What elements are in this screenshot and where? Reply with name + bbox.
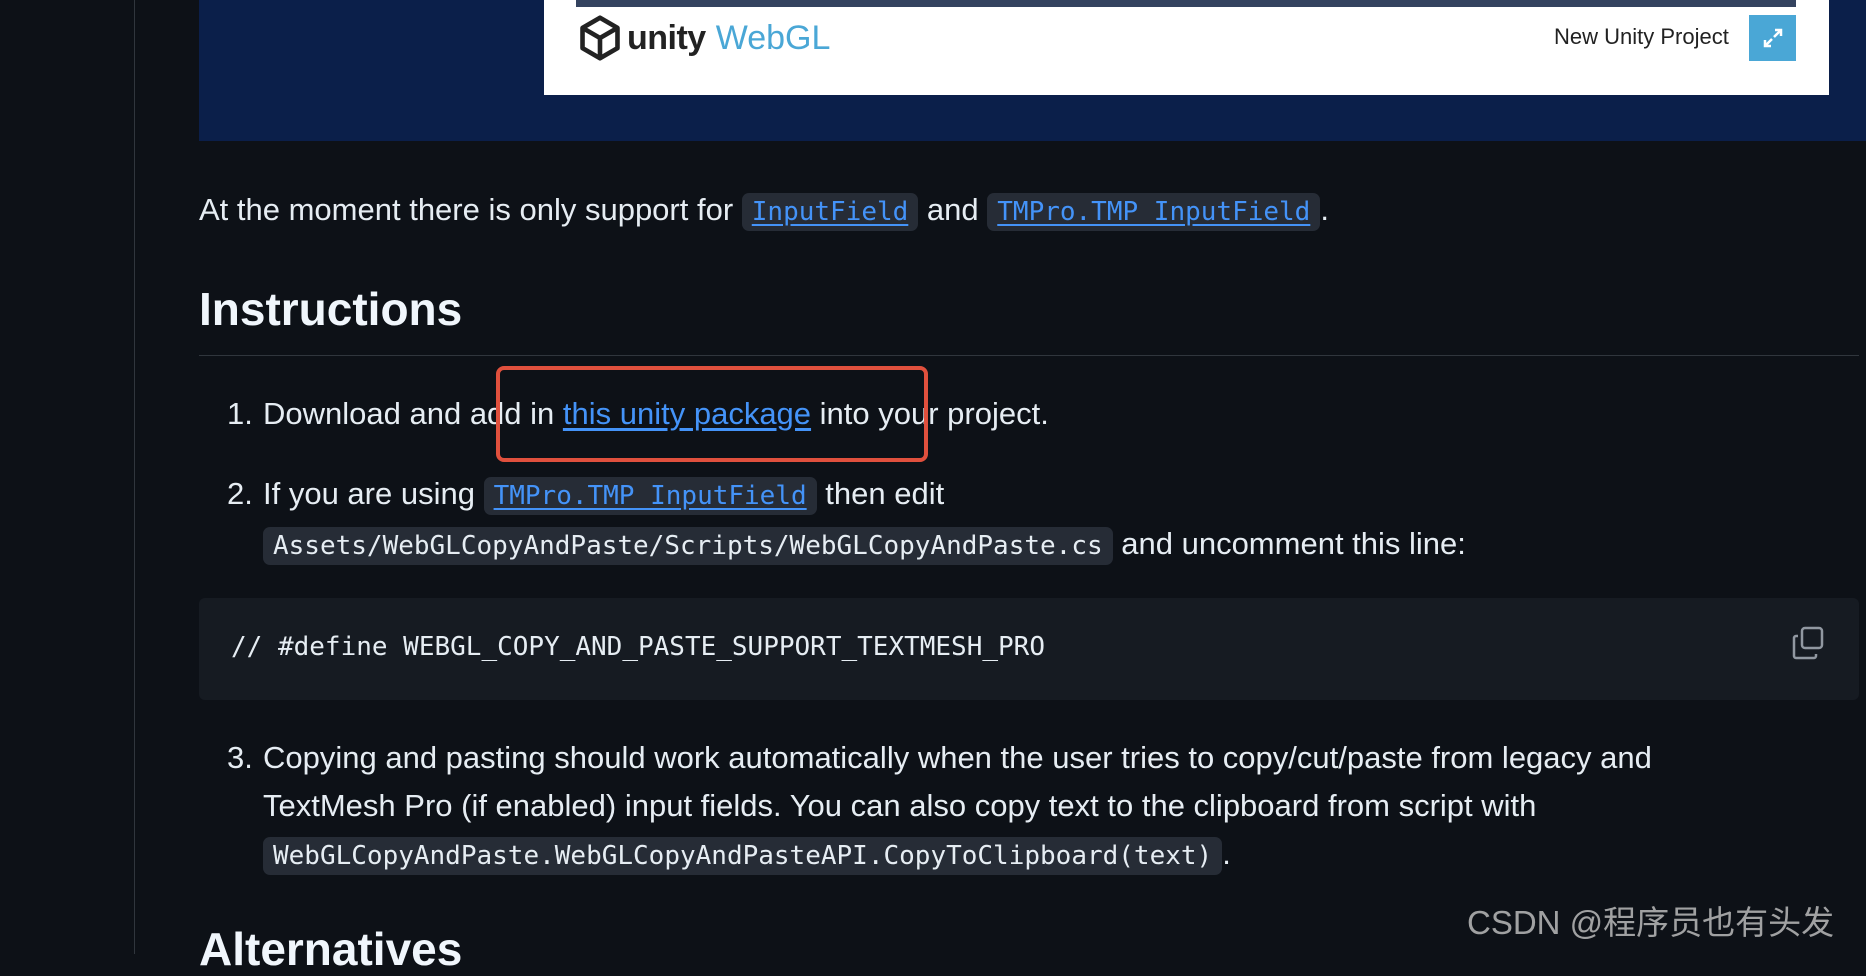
support-note: At the moment there is only support for … bbox=[199, 186, 1859, 236]
support-note-text: At the moment there is only support for bbox=[199, 192, 742, 227]
copy-icon bbox=[1792, 626, 1824, 660]
watermark: CSDN @程序员也有头发 bbox=[1467, 904, 1835, 941]
list-item-1: 1. Download and add in this unity packag… bbox=[227, 390, 1847, 438]
webgl-wordmark: WebGL bbox=[715, 18, 831, 57]
tmp-inputfield-link[interactable]: TMPro.TMP_InputField bbox=[997, 197, 1310, 227]
list-number: 3. bbox=[227, 740, 253, 775]
item-text: If you are using bbox=[263, 476, 484, 511]
project-title: New Unity Project bbox=[1554, 24, 1729, 49]
inputfield-link[interactable]: InputField bbox=[752, 197, 909, 227]
tmp-inputfield-link-2[interactable]: TMPro.TMP_InputField bbox=[494, 481, 807, 511]
fullscreen-button[interactable] bbox=[1749, 15, 1796, 61]
unity-cube-icon bbox=[580, 15, 620, 61]
instructions-heading: Instructions bbox=[199, 283, 463, 335]
webgl-canvas-edge bbox=[576, 0, 1796, 7]
item-text: then edit bbox=[816, 476, 945, 511]
alternatives-heading: Alternatives bbox=[199, 923, 463, 975]
item-text: and uncomment this line: bbox=[1112, 526, 1466, 561]
api-call-code: WebGLCopyAndPaste.WebGLCopyAndPasteAPI.C… bbox=[263, 837, 1223, 875]
list-number: 2. bbox=[227, 476, 253, 511]
unity-wordmark: unity bbox=[627, 18, 706, 57]
unity-webgl-logo: unity WebGL bbox=[577, 13, 830, 63]
support-note-period: . bbox=[1320, 192, 1329, 227]
highlight-annotation-box bbox=[496, 366, 928, 462]
item-text: TextMesh Pro (if enabled) input fields. … bbox=[263, 788, 1537, 823]
copy-button[interactable] bbox=[1790, 624, 1828, 662]
script-path-code: Assets/WebGLCopyAndPaste/Scripts/WebGLCo… bbox=[263, 527, 1113, 565]
left-gutter-line bbox=[134, 0, 135, 954]
item-text: Copying and pasting should work automati… bbox=[263, 740, 1652, 775]
fullscreen-icon bbox=[1763, 28, 1782, 48]
list-number: 1. bbox=[227, 396, 253, 431]
code-line: // #define WEBGL_COPY_AND_PASTE_SUPPORT_… bbox=[231, 632, 1045, 662]
list-item-3: 3. Copying and pasting should work autom… bbox=[227, 734, 1847, 880]
item-text: . bbox=[1222, 836, 1231, 871]
code-block: // #define WEBGL_COPY_AND_PASTE_SUPPORT_… bbox=[199, 598, 1859, 700]
support-note-and: and bbox=[918, 192, 988, 227]
list-item-2: 2. If you are using TMPro.TMP_InputField… bbox=[227, 470, 1847, 570]
heading-divider bbox=[199, 355, 1859, 356]
